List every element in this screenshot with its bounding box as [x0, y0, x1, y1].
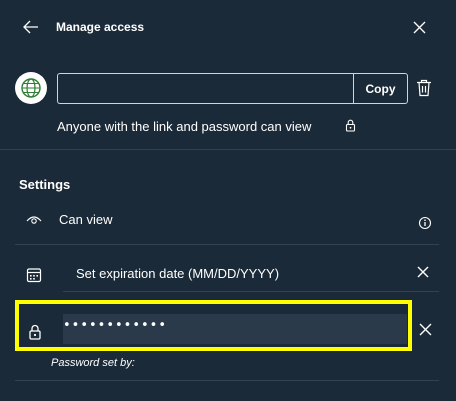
- manage-access-panel: Manage access Copy Anyone with the link …: [0, 0, 456, 401]
- calendar-icon: [26, 268, 42, 283]
- copy-button[interactable]: Copy: [353, 73, 408, 104]
- close-icon[interactable]: [413, 21, 426, 34]
- clear-expiration-icon[interactable]: [417, 266, 429, 278]
- settings-heading: Settings: [19, 177, 71, 192]
- globe-avatar: [15, 72, 47, 104]
- row-divider: [63, 291, 439, 292]
- info-icon[interactable]: [418, 216, 432, 230]
- row-divider: [15, 244, 439, 245]
- back-arrow-icon[interactable]: [22, 18, 40, 36]
- share-link-field[interactable]: [57, 73, 354, 104]
- permission-select[interactable]: Can view: [59, 212, 112, 227]
- row-divider: [15, 380, 439, 381]
- clear-password-icon[interactable]: [419, 323, 432, 336]
- password-set-by-label: Password set by:: [51, 357, 135, 369]
- link-description: Anyone with the link and password can vi…: [57, 119, 312, 134]
- eye-icon: [26, 216, 42, 224]
- trash-icon[interactable]: [416, 79, 432, 97]
- globe-icon: [21, 78, 41, 98]
- page-title: Manage access: [56, 20, 145, 34]
- lock-icon: [345, 119, 356, 132]
- password-field[interactable]: ••••••••••••: [63, 314, 407, 344]
- lock-icon: [29, 324, 41, 340]
- section-divider: [0, 149, 456, 150]
- expiration-date-field[interactable]: Set expiration date (MM/DD/YYYY): [76, 266, 279, 281]
